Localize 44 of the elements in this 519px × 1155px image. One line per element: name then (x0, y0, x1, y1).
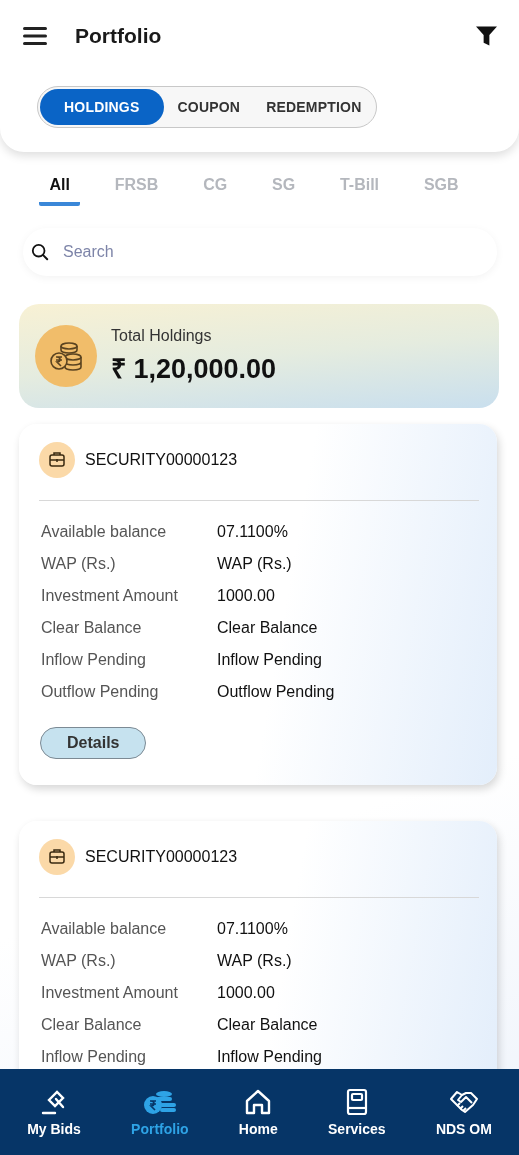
security-name: SECURITY00000123 (85, 451, 238, 469)
details-button[interactable]: Details (40, 727, 147, 759)
segment-tab[interactable]: REDEMPTION (254, 89, 374, 125)
total-label: Total Holdings (111, 326, 213, 345)
coins-icon (35, 325, 97, 387)
field-label: Inflow Pending (41, 651, 147, 669)
field-value: 1000.00 (217, 984, 275, 1002)
field-label: Inflow Pending (41, 1048, 147, 1066)
nav-item[interactable]: Home (236, 1083, 280, 1141)
search-icon (31, 243, 49, 261)
field-value: 07.1100% (217, 523, 288, 541)
field-label: Clear Balance (41, 619, 143, 637)
menu-icon[interactable] (23, 26, 47, 46)
filter-icon[interactable] (476, 26, 497, 46)
field-value: 07.1100% (217, 920, 288, 938)
field-label: Outflow Pending (41, 683, 160, 701)
field-label: Available balance (41, 523, 168, 541)
nav-item[interactable]: Portfolio (129, 1083, 191, 1141)
search-input[interactable]: Search (61, 242, 483, 262)
security-name: SECURITY00000123 (85, 848, 238, 866)
total-amount: ₹ 1,20,000.00 (111, 352, 277, 386)
briefcase-icon (39, 839, 75, 875)
segment-tab[interactable]: COUPON (165, 89, 253, 125)
field-value: WAP (Rs.) (217, 555, 292, 573)
field-label: Available balance (41, 920, 168, 938)
nav-item[interactable]: Services (326, 1083, 388, 1141)
field-label: Clear Balance (41, 1016, 143, 1034)
field-value: Outflow Pending (217, 683, 335, 701)
field-value: Inflow Pending (217, 1048, 322, 1066)
filter-tab[interactable]: All (39, 174, 80, 206)
field-value: Clear Balance (217, 619, 318, 637)
briefcase-icon (39, 442, 75, 478)
field-value: WAP (Rs.) (217, 952, 292, 970)
field-value: Inflow Pending (217, 651, 322, 669)
field-label: WAP (Rs.) (41, 952, 117, 970)
page-title: Portfolio (75, 24, 163, 48)
field-label: Investment Amount (41, 587, 179, 605)
segment-tab[interactable]: HOLDINGS (40, 89, 164, 125)
nav-item[interactable]: NDS OM (433, 1083, 494, 1141)
field-value: Clear Balance (217, 1016, 318, 1034)
nav-item[interactable]: My Bids (25, 1083, 83, 1141)
field-label: WAP (Rs.) (41, 555, 117, 573)
field-value: 1000.00 (217, 587, 275, 605)
field-label: Investment Amount (41, 984, 179, 1002)
